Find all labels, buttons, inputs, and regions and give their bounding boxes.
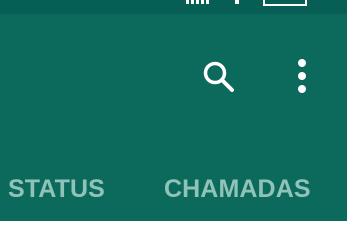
status-icons xyxy=(0,0,347,14)
more-vert-icon xyxy=(298,59,306,93)
search-icon xyxy=(203,61,234,92)
signal-icon xyxy=(186,0,209,4)
content-area xyxy=(0,221,347,250)
toolbar: STATUS CHAMADAS xyxy=(0,14,347,221)
tab-status[interactable]: STATUS xyxy=(8,164,105,214)
search-button[interactable] xyxy=(196,54,240,98)
tab-bar: STATUS CHAMADAS xyxy=(0,164,347,214)
status-bar xyxy=(0,0,347,14)
wifi-icon xyxy=(235,0,239,4)
tab-calls[interactable]: CHAMADAS xyxy=(164,164,311,214)
battery-icon xyxy=(263,0,307,6)
whatsapp-screen: STATUS CHAMADAS xyxy=(0,0,347,250)
more-options-button[interactable] xyxy=(282,54,322,98)
